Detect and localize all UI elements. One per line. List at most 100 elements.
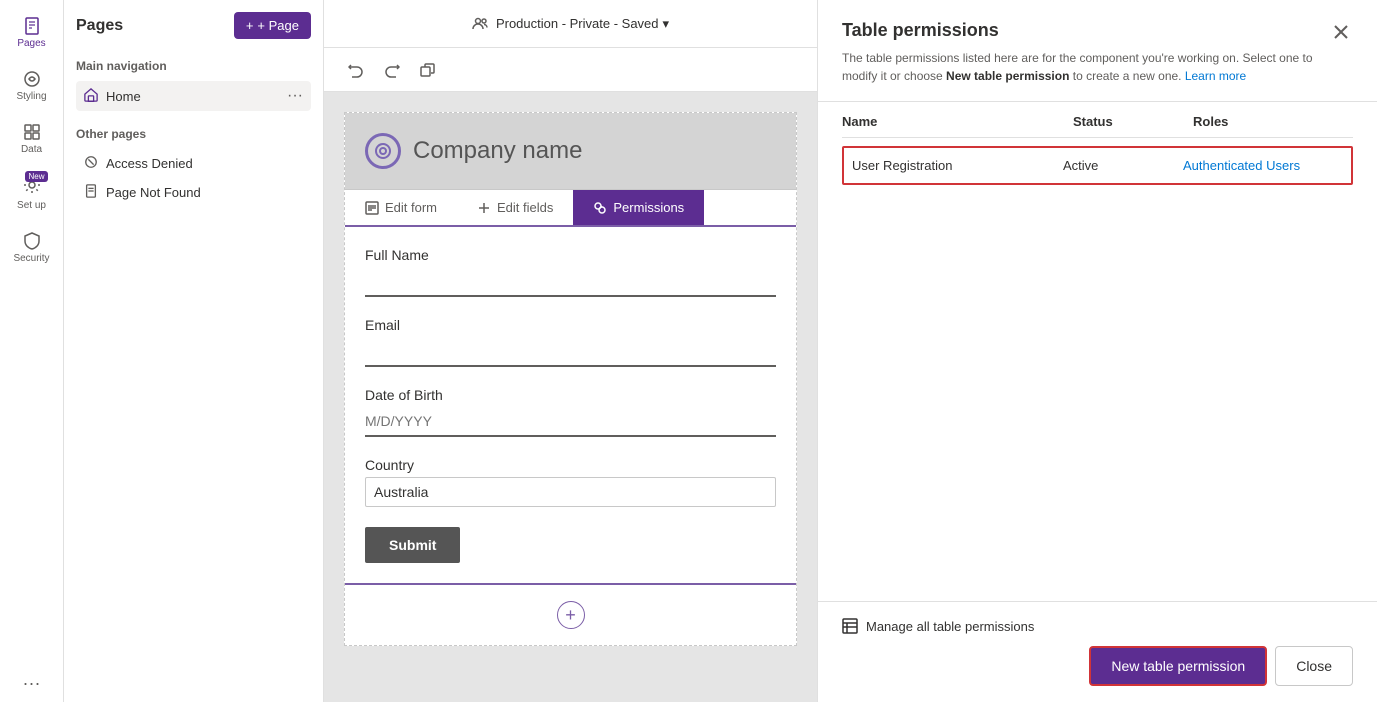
main-nav-title: Main navigation (76, 59, 311, 73)
country-label: Country (365, 457, 776, 473)
add-page-icon: + (246, 18, 254, 33)
edit-fields-icon (477, 201, 491, 215)
col-roles-header: Roles (1193, 114, 1353, 129)
company-logo (365, 133, 401, 169)
panel-header-content: Table permissions The table permissions … (842, 20, 1322, 85)
permission-row-user-registration[interactable]: User Registration Active Authenticated U… (842, 146, 1353, 185)
sidebar-item-setup[interactable]: New Set up (0, 167, 63, 219)
add-page-button[interactable]: + + Page (234, 12, 311, 39)
new-permission-bold: New table permission (946, 69, 1069, 83)
full-name-input[interactable] (365, 267, 776, 297)
form-field-country: Country Australia (365, 457, 776, 507)
app-title-dropdown[interactable]: Production - Private - Saved ▾ (496, 16, 669, 32)
sidebar-item-pages[interactable]: Pages (0, 8, 63, 57)
close-icon (1333, 24, 1349, 40)
other-pages-title: Other pages (76, 127, 311, 141)
toolbar-center: Production - Private - Saved ▾ (472, 16, 669, 32)
sidebar-item-styling[interactable]: Styling (0, 61, 63, 110)
new-permission-button[interactable]: New table permission (1089, 646, 1267, 686)
sidebar-security-label: Security (13, 253, 49, 264)
canvas-content: Company name Edit form (324, 92, 817, 702)
form-field-email: Email (365, 317, 776, 367)
permission-name: User Registration (852, 158, 1063, 173)
pages-panel-header: Pages + + Page (76, 12, 311, 39)
submit-button[interactable]: Submit (365, 527, 460, 563)
duplicate-button[interactable] (412, 54, 444, 86)
canvas-toolbar (324, 48, 817, 92)
pages-icon (22, 16, 42, 36)
sidebar-item-security[interactable]: Security (0, 223, 63, 272)
panel-close-icon-button[interactable] (1329, 20, 1353, 49)
nav-item-page-not-found[interactable]: Page Not Found (76, 178, 311, 207)
home-icon (84, 88, 98, 105)
top-toolbar: Production - Private - Saved ▾ (324, 0, 817, 48)
col-name-header: Name (842, 114, 1073, 129)
undo-button[interactable] (340, 54, 372, 86)
sidebar-icons-panel: Pages Styling Data New Set up Sec (0, 0, 64, 702)
redo-button[interactable] (376, 54, 408, 86)
permission-roles: Authenticated Users (1183, 158, 1343, 173)
form-tabs: Edit form Edit fields Permissions (345, 190, 796, 227)
form-field-dob: Date of Birth (365, 387, 776, 437)
setup-badge-container: New (22, 175, 42, 198)
sidebar-more-button[interactable]: ··· (23, 673, 41, 694)
nav-item-home[interactable]: Home ··· (76, 81, 311, 111)
edit-form-icon (365, 201, 379, 215)
panel-title: Table permissions (842, 20, 1322, 41)
footer-buttons: New table permission Close (842, 646, 1353, 686)
learn-more-link[interactable]: Learn more (1185, 69, 1246, 83)
sidebar-data-label: Data (21, 144, 42, 155)
panel-footer: Manage all table permissions New table p… (818, 601, 1377, 702)
full-name-label: Full Name (365, 247, 776, 263)
panel-description: The table permissions listed here are fo… (842, 49, 1322, 85)
page-canvas: Company name Edit form (344, 112, 797, 646)
styling-icon (22, 69, 42, 89)
security-icon (22, 231, 42, 251)
description-end: to create a new one. (1069, 69, 1184, 83)
country-value: Australia (374, 484, 428, 500)
page-not-found-label: Page Not Found (106, 185, 201, 200)
email-input[interactable] (365, 337, 776, 367)
tab-edit-fields[interactable]: Edit fields (457, 190, 573, 225)
tab-edit-fields-label: Edit fields (497, 200, 553, 215)
data-icon (22, 122, 42, 142)
tab-permissions[interactable]: Permissions (573, 190, 704, 225)
country-select[interactable]: Australia (365, 477, 776, 507)
table-header-row: Name Status Roles (842, 102, 1353, 138)
dob-label: Date of Birth (365, 387, 776, 403)
add-page-label: + Page (257, 18, 299, 33)
permission-status: Active (1063, 158, 1183, 173)
dob-input[interactable] (365, 407, 776, 437)
sidebar-item-data[interactable]: Data (0, 114, 63, 163)
add-section-button[interactable]: + (557, 601, 585, 629)
dropdown-arrow-icon: ▾ (663, 16, 670, 32)
form-content: Full Name Email Date of Birth Country Au… (345, 227, 796, 583)
panel-body: Name Status Roles User Registration Acti… (818, 102, 1377, 601)
pages-panel: Pages + + Page Main navigation Home ··· … (64, 0, 324, 702)
company-header: Company name (345, 113, 796, 190)
close-panel-button[interactable]: Close (1275, 646, 1353, 686)
submit-label: Submit (389, 537, 436, 553)
new-badge: New (25, 171, 47, 182)
col-status-header: Status (1073, 114, 1193, 129)
sidebar-setup-label: Set up (17, 200, 46, 211)
form-field-full-name: Full Name (365, 247, 776, 297)
email-label: Email (365, 317, 776, 333)
home-label: Home (106, 89, 141, 104)
page-not-found-icon (84, 184, 98, 201)
tab-edit-form-label: Edit form (385, 200, 437, 215)
sidebar-styling-label: Styling (16, 91, 46, 102)
manage-permissions-link[interactable]: Manage all table permissions (842, 618, 1353, 634)
manage-link-label: Manage all table permissions (866, 619, 1034, 634)
tab-edit-form[interactable]: Edit form (345, 190, 457, 225)
access-denied-label: Access Denied (106, 156, 193, 171)
table-icon (842, 618, 858, 634)
nav-item-access-denied[interactable]: Access Denied (76, 149, 311, 178)
panel-header: Table permissions The table permissions … (818, 0, 1377, 102)
users-icon (472, 16, 488, 32)
tab-permissions-label: Permissions (613, 200, 684, 215)
home-options-icon[interactable]: ··· (287, 87, 303, 105)
app-title-text: Production - Private - Saved (496, 16, 659, 31)
permissions-panel: Table permissions The table permissions … (817, 0, 1377, 702)
pages-panel-title: Pages (76, 17, 123, 35)
